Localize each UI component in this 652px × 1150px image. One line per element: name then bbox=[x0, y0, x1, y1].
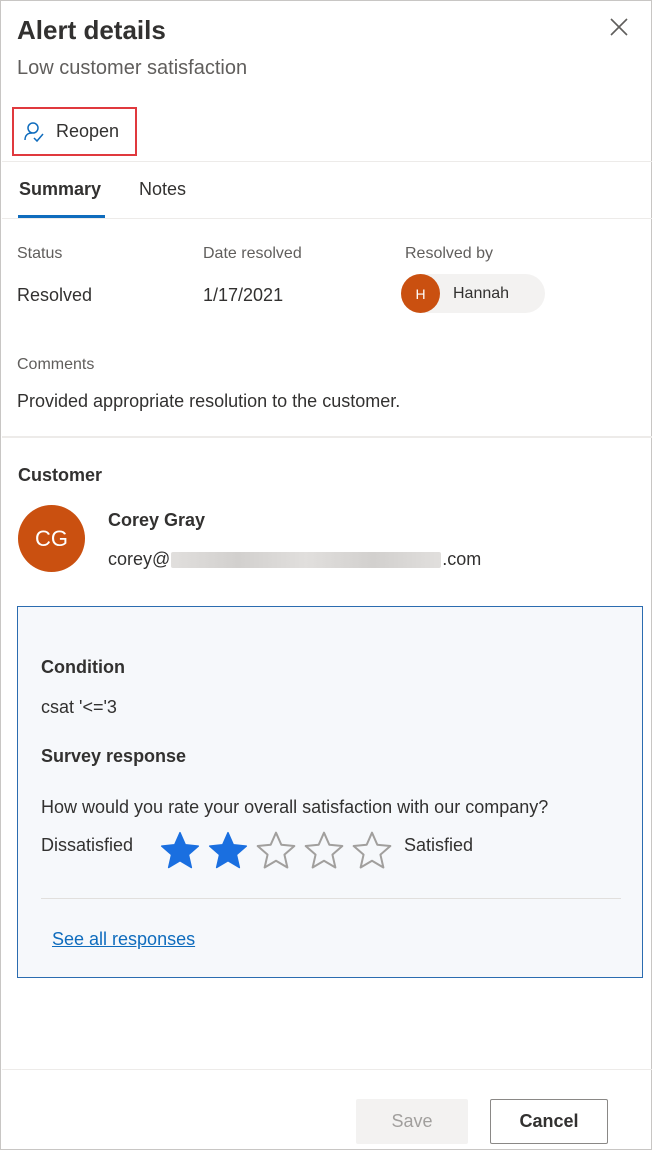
footer-divider bbox=[2, 1069, 652, 1070]
resolved-by-label: Resolved by bbox=[405, 245, 494, 262]
close-button[interactable] bbox=[605, 13, 633, 41]
status-value: Resolved bbox=[17, 285, 93, 305]
person-check-icon bbox=[22, 120, 46, 144]
tab-notes[interactable]: Notes bbox=[139, 179, 186, 200]
condition-value: csat '<='3 bbox=[41, 697, 117, 717]
email-prefix: corey@ bbox=[108, 549, 171, 569]
email-suffix: .com bbox=[442, 549, 482, 569]
reopen-button[interactable]: Reopen bbox=[12, 107, 137, 156]
date-resolved-value: 1/17/2021 bbox=[203, 285, 284, 305]
customer-name: Corey Gray bbox=[108, 510, 206, 530]
star-icon bbox=[158, 829, 202, 873]
panel-title: Alert details bbox=[17, 15, 166, 45]
satisfied-label: Satisfied bbox=[404, 835, 474, 855]
customer-email: corey@ .com bbox=[108, 549, 481, 570]
star-rating bbox=[158, 829, 394, 873]
customer-avatar: CG bbox=[18, 505, 85, 572]
survey-question: How would you rate your overall satisfac… bbox=[41, 797, 549, 817]
dissatisfied-label: Dissatisfied bbox=[41, 835, 134, 855]
status-label: Status bbox=[17, 245, 63, 262]
tab-summary[interactable]: Summary bbox=[19, 179, 101, 200]
toolbar-divider bbox=[2, 161, 652, 162]
panel-subtitle: Low customer satisfaction bbox=[17, 57, 248, 79]
close-icon bbox=[610, 18, 628, 36]
date-resolved-label: Date resolved bbox=[203, 245, 302, 262]
comments-label: Comments bbox=[17, 356, 95, 373]
email-redacted bbox=[171, 551, 442, 568]
card-divider bbox=[41, 898, 621, 899]
alert-details-panel: Alert details Low customer satisfaction … bbox=[0, 0, 652, 1150]
see-all-responses-link[interactable]: See all responses bbox=[52, 929, 195, 950]
cancel-button[interactable]: Cancel bbox=[490, 1099, 608, 1144]
section-divider bbox=[2, 436, 652, 438]
star-outline-icon bbox=[254, 829, 298, 873]
comments-value: Provided appropriate resolution to the c… bbox=[17, 391, 401, 411]
condition-card: Condition csat '<='3 Survey response How… bbox=[17, 606, 643, 978]
star-icon bbox=[206, 829, 250, 873]
tabs-divider bbox=[2, 218, 652, 219]
reopen-label: Reopen bbox=[56, 121, 120, 141]
customer-section-title: Customer bbox=[18, 465, 103, 485]
star-outline-icon bbox=[350, 829, 394, 873]
save-button[interactable]: Save bbox=[356, 1099, 468, 1144]
survey-response-title: Survey response bbox=[41, 746, 187, 766]
resolved-by-name: Hannah bbox=[453, 284, 510, 302]
resolved-by-persona[interactable]: H Hannah bbox=[401, 274, 545, 313]
star-outline-icon bbox=[302, 829, 346, 873]
avatar: H bbox=[401, 274, 440, 313]
condition-title: Condition bbox=[41, 657, 125, 677]
